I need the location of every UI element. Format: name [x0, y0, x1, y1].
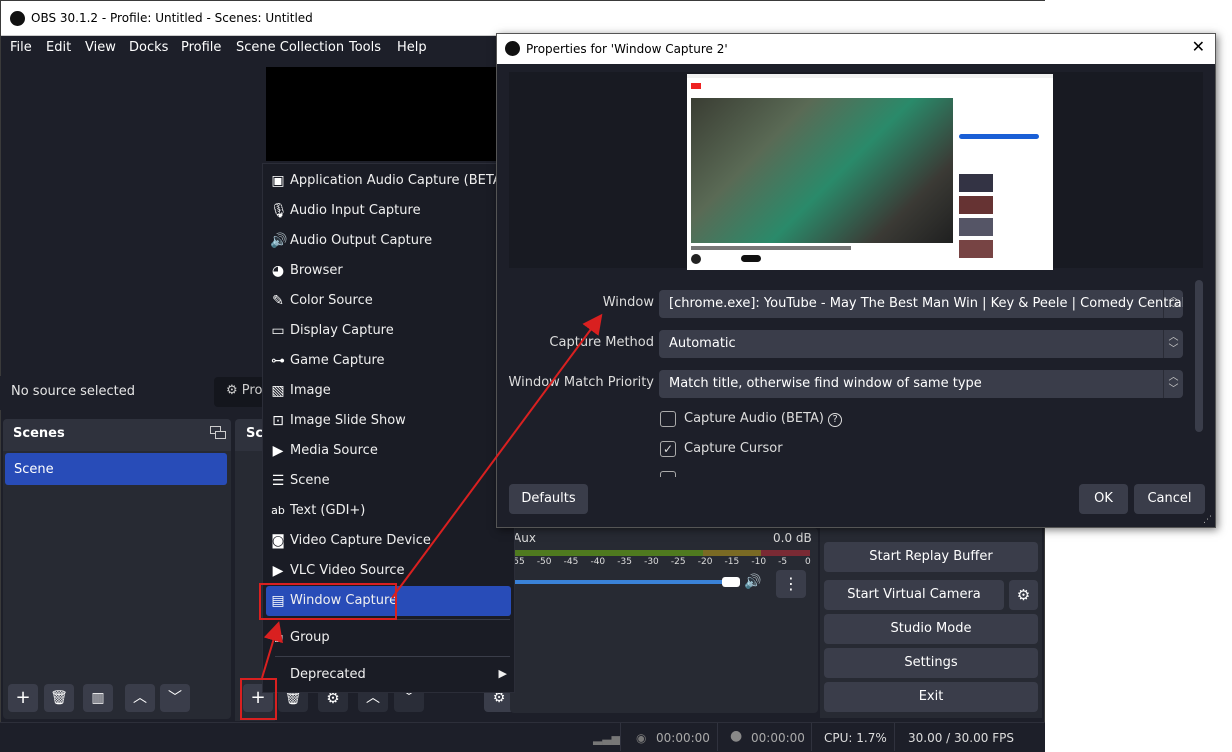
annotation-arrow-to-window-field	[391, 313, 603, 599]
annotation-arrows	[261, 313, 603, 679]
annotation-arrow-to-menu	[261, 621, 283, 679]
